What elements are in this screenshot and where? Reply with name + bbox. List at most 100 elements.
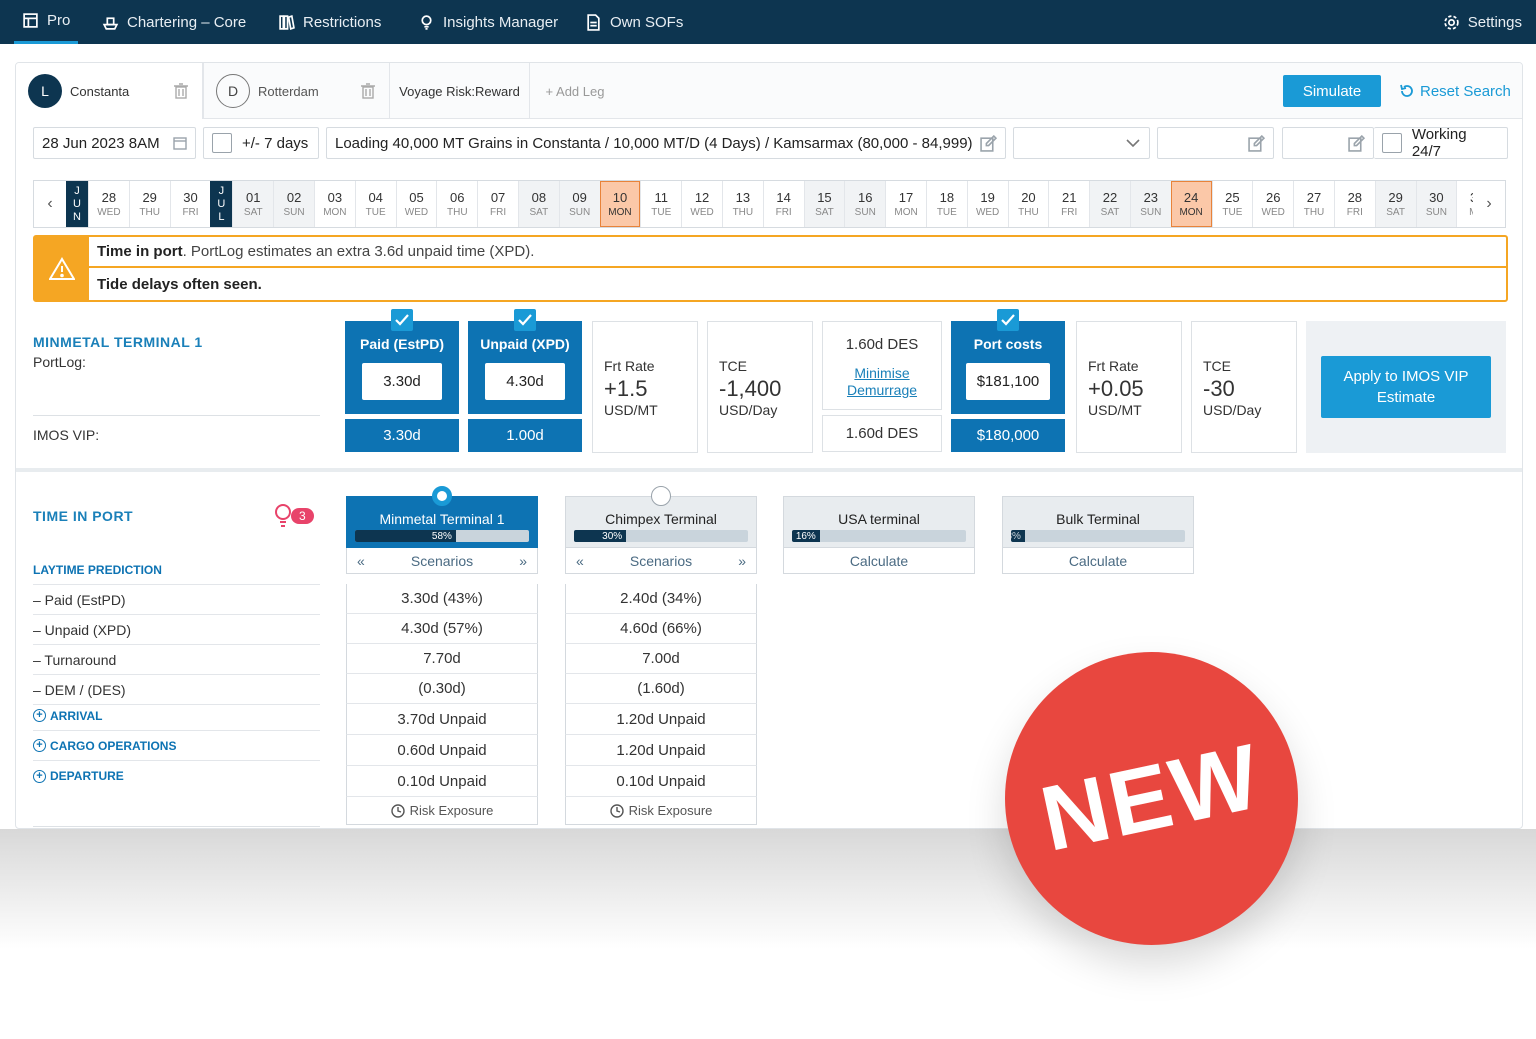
nav-item-settings[interactable]: Settings bbox=[1443, 0, 1522, 44]
nav-item-pro[interactable]: Pro bbox=[14, 0, 79, 44]
tab-label: Voyage Risk:Reward bbox=[399, 83, 520, 99]
trash-icon[interactable] bbox=[174, 83, 188, 99]
date-field[interactable]: 28 Jun 2023 8AM bbox=[33, 127, 196, 159]
working-toggle[interactable]: Working 24/7 bbox=[1374, 126, 1508, 160]
scenarios-nav[interactable]: «Scenarios» bbox=[346, 548, 538, 574]
nav-item-own-sofs[interactable]: Own SOFs bbox=[585, 0, 683, 44]
calendar-day[interactable]: 15 SAT bbox=[803, 181, 845, 227]
leg-tab-rotterdam[interactable]: D Rotterdam bbox=[203, 63, 390, 119]
calendar-day[interactable]: 24 MON bbox=[1170, 181, 1212, 227]
calendar-day[interactable]: 27 THU bbox=[1293, 181, 1334, 227]
cargo-operations-expander[interactable]: + CARGO OPERATIONS bbox=[33, 731, 320, 761]
terminal-radio[interactable] bbox=[432, 486, 452, 506]
table-cell: 3.70d Unpaid bbox=[346, 704, 538, 735]
nav-item-chartering[interactable]: Chartering – Core bbox=[102, 0, 246, 44]
calendar-day[interactable]: 08 SAT bbox=[517, 181, 559, 227]
minimise-demurrage-link[interactable]: Minimise Demurrage bbox=[842, 365, 922, 399]
calendar-day[interactable]: 18 TUE bbox=[925, 181, 967, 227]
terminal-name: Chimpex Terminal bbox=[605, 511, 717, 527]
apply-imos-button[interactable]: Apply to IMOS VIP Estimate bbox=[1321, 356, 1491, 418]
alert-line-2: Tide delays often seen. bbox=[97, 275, 262, 293]
apply-panel: Apply to IMOS VIP Estimate bbox=[1306, 321, 1506, 453]
terminal-header[interactable]: Chimpex Terminal 30% bbox=[565, 486, 757, 548]
calendar-day[interactable]: 06 THU bbox=[436, 181, 477, 227]
calendar-day[interactable]: 29 SAT bbox=[1374, 181, 1416, 227]
risk-exposure-button[interactable]: Risk Exposure bbox=[346, 797, 538, 825]
calendar-day[interactable]: 07 FRI bbox=[477, 181, 518, 227]
trash-icon[interactable] bbox=[361, 83, 375, 99]
edit-icon[interactable] bbox=[980, 134, 997, 152]
calendar-day[interactable]: 30 SUN bbox=[1415, 181, 1457, 227]
prev-scenario-icon[interactable]: « bbox=[576, 553, 584, 569]
calendar-day[interactable]: 11 TUE bbox=[640, 181, 681, 227]
calendar-day[interactable]: 28 FRI bbox=[1333, 181, 1375, 227]
days-range-toggle[interactable]: +/- 7 days bbox=[203, 127, 319, 159]
calendar-day[interactable]: 21 FRI bbox=[1048, 181, 1089, 227]
edit-field-1[interactable] bbox=[1157, 127, 1274, 159]
scenarios-nav[interactable]: «Scenarios» bbox=[565, 548, 757, 574]
calendar-day[interactable]: 25 TUE bbox=[1211, 181, 1253, 227]
voyage-risk-reward-tab[interactable]: Voyage Risk:Reward bbox=[390, 63, 530, 119]
calendar-day[interactable]: 29 THU bbox=[128, 181, 170, 227]
calculate-button[interactable]: Calculate bbox=[783, 548, 975, 574]
table-cell: 4.30d (57%) bbox=[346, 614, 538, 644]
working-checkbox[interactable] bbox=[1382, 133, 1402, 153]
cargo-field[interactable]: Loading 40,000 MT Grains in Constanta / … bbox=[326, 127, 1006, 159]
nav-item-restrictions[interactable]: Restrictions bbox=[278, 0, 381, 44]
nav-item-insights[interactable]: Insights Manager bbox=[418, 0, 558, 44]
calculate-button[interactable]: Calculate bbox=[1002, 548, 1194, 574]
calendar-day[interactable]: 04 TUE bbox=[354, 181, 396, 227]
terminal-header[interactable]: Minmetal Terminal 1 58% bbox=[346, 486, 538, 548]
table-cell: 4.60d (66%) bbox=[565, 614, 757, 644]
calendar-day[interactable]: 20 THU bbox=[1007, 181, 1049, 227]
calendar-day[interactable]: 17 MON bbox=[885, 181, 926, 227]
risk-exposure-button[interactable]: Risk Exposure bbox=[565, 797, 757, 825]
leg-tab-constanta[interactable]: L Constanta bbox=[16, 63, 203, 119]
select-dropdown[interactable] bbox=[1013, 127, 1150, 159]
calendar-day[interactable]: 14 FRI bbox=[762, 181, 804, 227]
reset-search-button[interactable]: Reset Search bbox=[1399, 75, 1511, 107]
calendar-day[interactable]: 10 MON bbox=[599, 181, 641, 227]
next-scenario-icon[interactable]: » bbox=[519, 553, 527, 569]
calendar-day[interactable]: 26 WED bbox=[1252, 181, 1293, 227]
new-badge: NEW bbox=[1005, 652, 1298, 945]
leg-port-name: Rotterdam bbox=[258, 83, 319, 99]
calendar-day[interactable]: 09 SUN bbox=[558, 181, 600, 227]
calendar-day[interactable]: 16 SUN bbox=[844, 181, 886, 227]
check-icon[interactable] bbox=[514, 309, 536, 331]
prev-scenario-icon[interactable]: « bbox=[357, 553, 365, 569]
terminal-header[interactable]: Bulk Terminal 8% bbox=[1002, 496, 1194, 548]
calendar-day[interactable]: 23 SUN bbox=[1129, 181, 1171, 227]
departure-expander[interactable]: + DEPARTURE bbox=[33, 761, 320, 791]
days-checkbox[interactable] bbox=[212, 133, 232, 153]
check-icon[interactable] bbox=[391, 309, 413, 331]
probability-bar: 58% bbox=[355, 530, 529, 542]
calendar-day[interactable]: 05 WED bbox=[395, 181, 437, 227]
insights-badge[interactable]: 3 bbox=[273, 503, 314, 529]
terminal-header[interactable]: USA terminal 16% bbox=[783, 496, 975, 548]
terminal-radio[interactable] bbox=[651, 486, 671, 506]
check-icon[interactable] bbox=[997, 309, 1019, 331]
portlog-label: PortLog: bbox=[33, 354, 86, 370]
add-leg-button[interactable]: + Add Leg bbox=[530, 63, 620, 119]
edit-icon[interactable] bbox=[1348, 134, 1365, 152]
calendar-day[interactable]: 12 WED bbox=[681, 181, 722, 227]
calendar-day[interactable]: 19 WED bbox=[966, 181, 1008, 227]
calendar-day[interactable]: 02 SUN bbox=[273, 181, 314, 227]
edit-field-2[interactable] bbox=[1282, 127, 1374, 159]
simulate-button[interactable]: Simulate bbox=[1283, 75, 1381, 107]
calendar-day[interactable]: 22 SAT bbox=[1089, 181, 1130, 227]
calendar-prev-button[interactable]: ‹ bbox=[34, 181, 66, 227]
calendar-day[interactable]: 01 SAT bbox=[232, 181, 274, 227]
edit-icon[interactable] bbox=[1248, 134, 1265, 152]
calendar-day[interactable]: 03 MON bbox=[313, 181, 355, 227]
paid-title: Paid (EstPD) bbox=[359, 336, 444, 352]
calendar-day[interactable]: 30 FRI bbox=[169, 181, 211, 227]
next-scenario-icon[interactable]: » bbox=[738, 553, 746, 569]
arrival-expander[interactable]: + ARRIVAL bbox=[33, 701, 320, 731]
terminal-name: Bulk Terminal bbox=[1056, 511, 1140, 527]
calendar-day[interactable]: 28 WED bbox=[88, 181, 129, 227]
terminal-column-usa: USA terminal 16% Calculate bbox=[783, 496, 975, 574]
calendar-next-button[interactable]: › bbox=[1473, 181, 1505, 227]
calendar-day[interactable]: 13 THU bbox=[721, 181, 763, 227]
